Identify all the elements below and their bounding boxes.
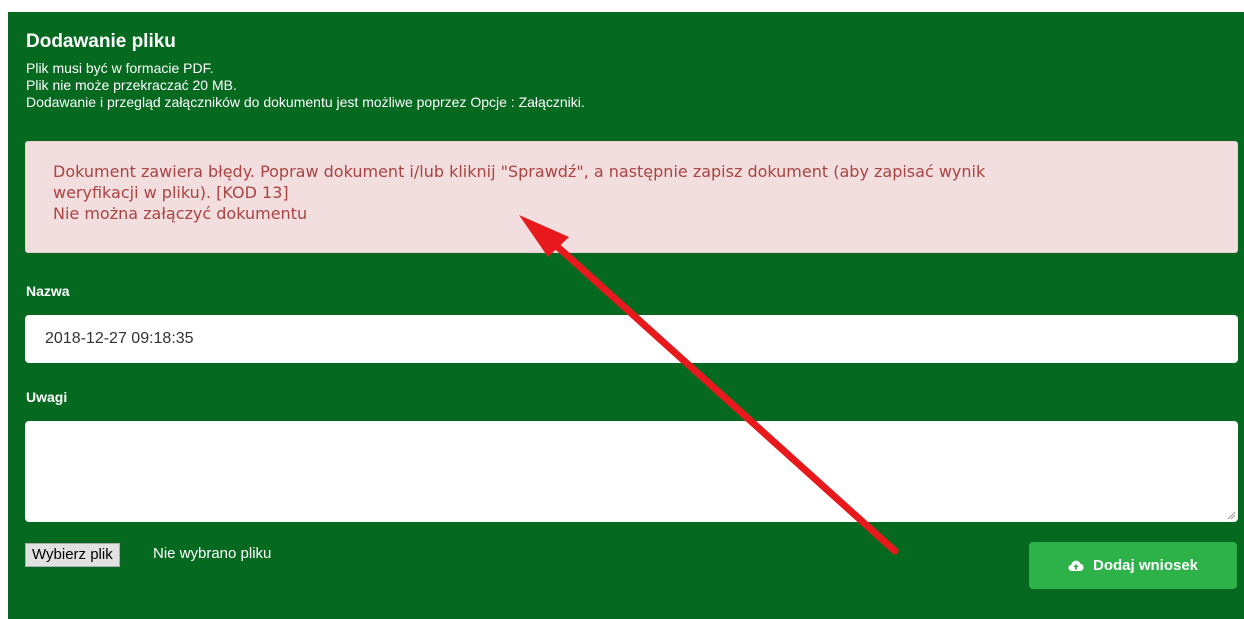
note-attachments: Dodawanie i przegląd załączników do doku… bbox=[26, 94, 585, 110]
name-input[interactable]: 2018-12-27 09:18:35 bbox=[25, 315, 1238, 363]
remarks-label: Uwagi bbox=[26, 389, 68, 405]
error-alert: Dokument zawiera błędy. Popraw dokument … bbox=[25, 141, 1238, 253]
upload-panel: Dodawanie pliku Plik musi być w formacie… bbox=[8, 12, 1244, 619]
file-status: Nie wybrano pliku bbox=[153, 545, 272, 562]
alert-message-line-2: weryfikacji w pliku). [KOD 13] bbox=[53, 183, 289, 202]
alert-message-line-1: Dokument zawiera błędy. Popraw dokument … bbox=[53, 162, 986, 181]
note-format: Plik musi być w formacie PDF. bbox=[26, 60, 214, 76]
alert-message-line-3: Nie można załączyć dokumentu bbox=[53, 204, 308, 223]
submit-label: Dodaj wniosek bbox=[1092, 557, 1199, 574]
cloud-upload-icon bbox=[1068, 560, 1084, 571]
note-size: Plik nie może przekraczać 20 MB. bbox=[26, 77, 237, 93]
remarks-textarea[interactable] bbox=[25, 421, 1238, 522]
panel-title: Dodawanie pliku bbox=[26, 31, 176, 52]
name-label: Nazwa bbox=[26, 283, 70, 299]
choose-file-button[interactable]: Wybierz plik bbox=[25, 543, 120, 567]
resize-grip-icon[interactable] bbox=[1227, 511, 1236, 520]
submit-button[interactable]: Dodaj wniosek bbox=[1029, 542, 1237, 589]
